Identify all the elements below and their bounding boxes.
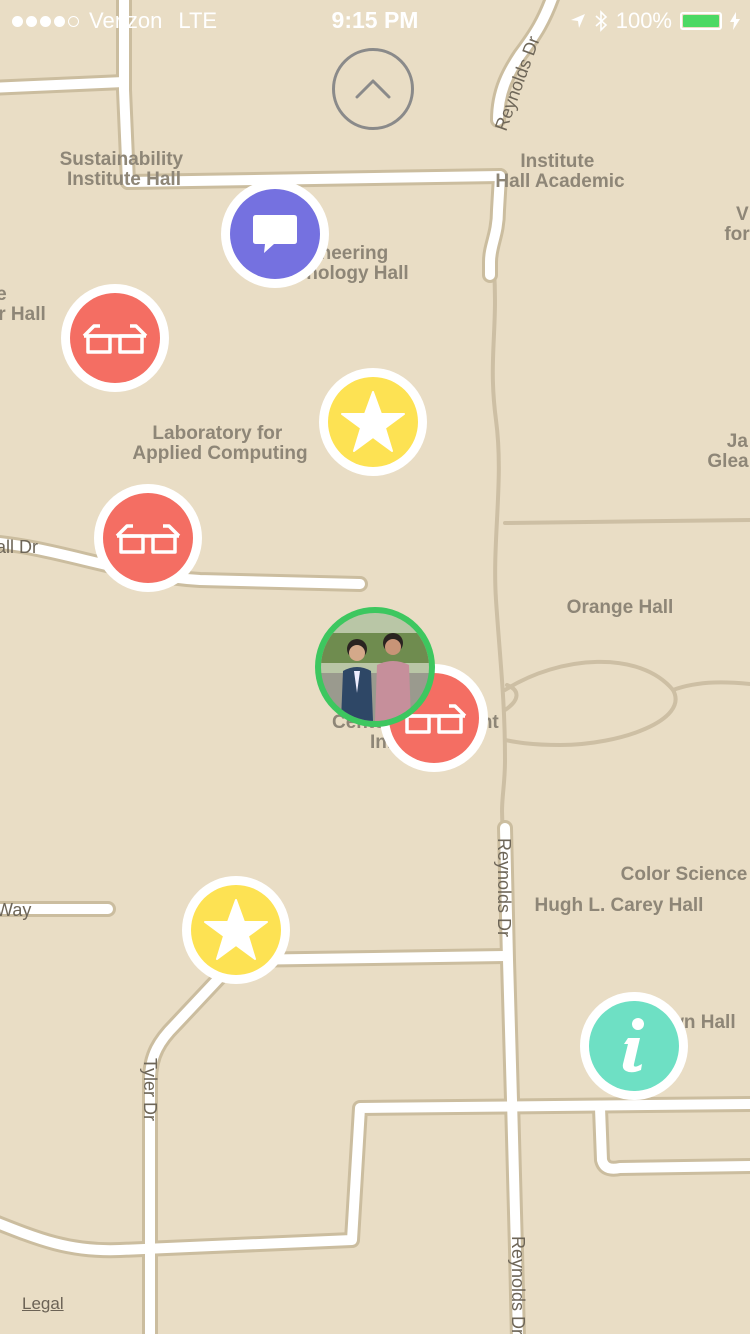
- star-icon: [204, 899, 268, 960]
- glasses-icon: [115, 524, 181, 554]
- glasses-marker-fill: [103, 493, 193, 583]
- charging-bolt-icon: [730, 12, 740, 30]
- chevron-up-icon: [355, 79, 391, 99]
- battery-icon: [680, 12, 722, 30]
- star-icon: [341, 391, 405, 452]
- comment-marker[interactable]: [221, 180, 329, 288]
- star-marker[interactable]: [319, 368, 427, 476]
- building-label-hugh-carey: Hugh L. Carey Hall: [535, 895, 704, 916]
- battery-fill: [683, 15, 719, 27]
- user-photo: [321, 613, 429, 721]
- street-label-way: Way: [0, 900, 31, 920]
- battery-percent: 100%: [615, 8, 672, 33]
- building-label-orange-hall: Orange Hall: [567, 597, 674, 618]
- glasses-marker[interactable]: [94, 484, 202, 592]
- user-location-avatar[interactable]: [315, 607, 435, 727]
- speech-bubble-icon: [253, 215, 297, 253]
- legal-link[interactable]: Legal: [22, 1294, 64, 1314]
- building-label-applied-computing: Laboratory for Applied Computing: [132, 423, 307, 464]
- info-icon: [622, 1018, 644, 1073]
- status-bar: Verizon LTE 9:15 PM 100%: [0, 0, 750, 40]
- street-label-reynolds-south: Reynolds Dr: [508, 1236, 528, 1334]
- street-label-tyler: Tyler Dr: [140, 1058, 160, 1121]
- glasses-icon: [82, 324, 148, 354]
- info-marker-fill: [589, 1001, 679, 1091]
- star-marker[interactable]: [182, 876, 290, 984]
- star-marker-fill: [191, 885, 281, 975]
- star-marker-fill: [328, 377, 418, 467]
- comment-marker-fill: [230, 189, 320, 279]
- building-label-sustainability: Sustainability Institute Hall: [60, 149, 189, 190]
- status-bar-right: 100%: [570, 8, 740, 34]
- street-label-dr-left: all Dr: [0, 537, 38, 557]
- bluetooth-icon: [595, 10, 607, 32]
- building-label-color-science: Color Science: [621, 864, 748, 885]
- location-arrow-icon: [570, 14, 585, 28]
- glasses-marker[interactable]: [61, 284, 169, 392]
- expand-panel-button[interactable]: [332, 48, 414, 130]
- info-marker[interactable]: [580, 992, 688, 1100]
- street-label-reynolds-mid: Reynolds Dr: [494, 838, 514, 937]
- glasses-marker-fill: [70, 293, 160, 383]
